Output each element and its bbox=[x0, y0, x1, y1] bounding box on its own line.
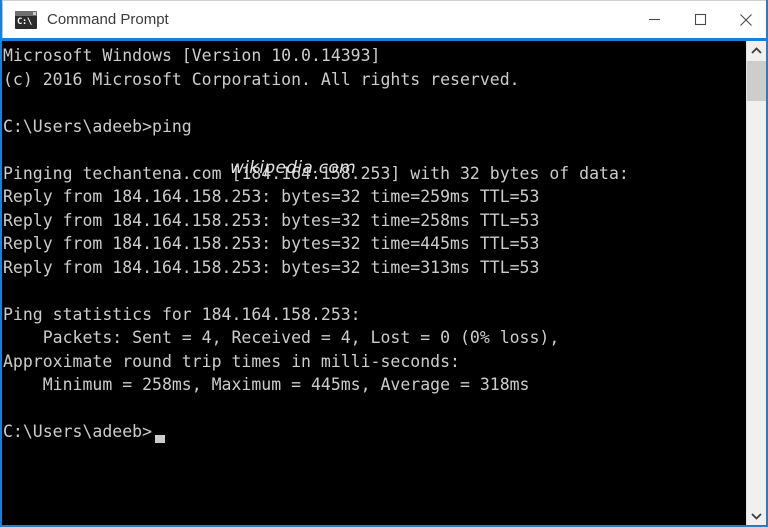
maximize-button[interactable] bbox=[677, 1, 723, 38]
window-titlebar[interactable]: C:\ Command Prompt bbox=[2, 0, 766, 38]
window-title: Command Prompt bbox=[47, 11, 169, 28]
console-text: Microsoft Windows [Version 10.0.14393] (… bbox=[3, 46, 629, 441]
annotation-wikipedia-domain: wikipedia.com bbox=[230, 158, 356, 178]
window-controls bbox=[631, 1, 766, 38]
scroll-up-button[interactable] bbox=[747, 41, 766, 60]
console-scrollbar[interactable] bbox=[746, 41, 766, 525]
cmd-icon: C:\ bbox=[15, 10, 37, 29]
scrollbar-thumb[interactable] bbox=[747, 61, 766, 101]
minimize-button[interactable] bbox=[631, 1, 677, 38]
cmd-icon-prompt-glyph: C:\ bbox=[17, 16, 32, 27]
console-cursor bbox=[155, 434, 166, 443]
close-button[interactable] bbox=[723, 1, 766, 38]
scroll-down-button[interactable] bbox=[747, 506, 766, 525]
console-output-area[interactable]: Microsoft Windows [Version 10.0.14393] (… bbox=[2, 41, 746, 525]
command-prompt-window: C:\ Command Prompt Microsoft Windows [Ve… bbox=[0, 0, 768, 527]
